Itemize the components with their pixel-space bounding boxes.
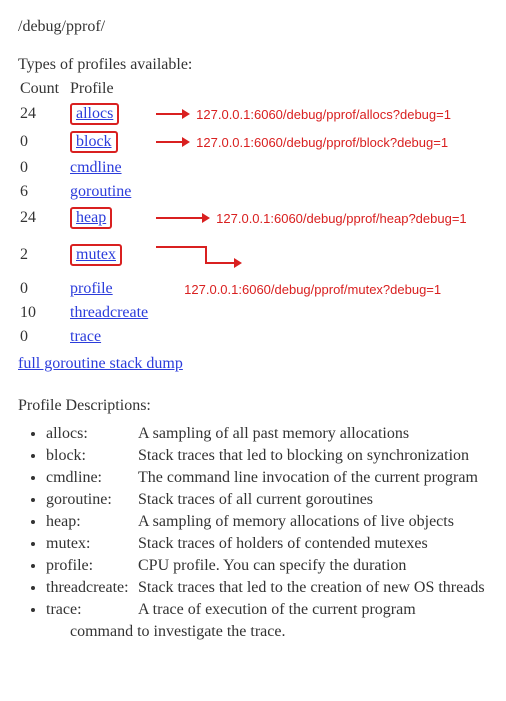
list-item: goroutine:Stack traces of all current go… bbox=[46, 489, 506, 511]
desc-term: block: bbox=[46, 447, 138, 465]
table-row: 24 allocs 127.0.0.1:6060/debug/pprof/all… bbox=[20, 100, 475, 128]
arrow-down-icon bbox=[156, 241, 242, 275]
table-row: 6 goroutine bbox=[20, 180, 475, 204]
desc-text: Stack traces that led to the creation of… bbox=[138, 579, 485, 596]
table-row: 0 profile 127.0.0.1:6060/debug/pprof/mut… bbox=[20, 277, 475, 301]
list-item: allocs:A sampling of all past memory all… bbox=[46, 423, 506, 445]
desc-text: A sampling of memory allocations of live… bbox=[138, 513, 454, 530]
full-dump-link[interactable]: full goroutine stack dump bbox=[18, 355, 183, 373]
desc-text: A trace of execution of the current prog… bbox=[138, 601, 416, 618]
count-cell: 24 bbox=[20, 100, 70, 128]
profile-link-heap[interactable]: heap bbox=[76, 209, 106, 226]
count-cell: 2 bbox=[20, 232, 70, 277]
col-profile: Profile bbox=[70, 78, 156, 100]
desc-term: allocs: bbox=[46, 425, 138, 443]
trailing-line: command to investigate the trace. bbox=[70, 621, 506, 641]
count-cell: 6 bbox=[20, 180, 70, 204]
description-list: allocs:A sampling of all past memory all… bbox=[46, 423, 506, 621]
desc-text: Stack traces that led to blocking on syn… bbox=[138, 447, 469, 464]
profile-link-allocs[interactable]: allocs bbox=[76, 105, 113, 122]
desc-term: heap: bbox=[46, 513, 138, 531]
page-title: /debug/pprof/ bbox=[18, 18, 506, 36]
count-cell: 24 bbox=[20, 204, 70, 232]
list-item: cmdline:The command line invocation of t… bbox=[46, 467, 506, 489]
desc-text: CPU profile. You can specify the duratio… bbox=[138, 557, 406, 574]
annotation-url: 127.0.0.1:6060/debug/pprof/block?debug=1 bbox=[196, 135, 448, 150]
arrow-icon bbox=[156, 135, 190, 149]
list-item: profile:CPU profile. You can specify the… bbox=[46, 555, 506, 577]
table-row: 2 mutex bbox=[20, 232, 475, 277]
annotation-url: 127.0.0.1:6060/debug/pprof/allocs?debug=… bbox=[196, 107, 451, 122]
desc-term: cmdline: bbox=[46, 469, 138, 487]
profile-link-profile[interactable]: profile bbox=[70, 280, 113, 297]
profiles-table: Count Profile 24 allocs 127.0.0.1:6060/d… bbox=[20, 78, 475, 349]
highlight-box: mutex bbox=[70, 244, 122, 266]
list-item: threadcreate:Stack traces that led to th… bbox=[46, 577, 506, 599]
profile-link-threadcreate[interactable]: threadcreate bbox=[70, 304, 148, 321]
desc-term: mutex: bbox=[46, 535, 138, 553]
highlight-box: block bbox=[70, 131, 118, 153]
annotation-url: 127.0.0.1:6060/debug/pprof/heap?debug=1 bbox=[216, 211, 467, 226]
desc-text: The command line invocation of the curre… bbox=[138, 469, 478, 486]
annotation-url: 127.0.0.1:6060/debug/pprof/mutex?debug=1 bbox=[184, 282, 441, 297]
desc-text: Stack traces of holders of contended mut… bbox=[138, 535, 428, 552]
list-item: mutex:Stack traces of holders of contend… bbox=[46, 533, 506, 555]
table-row: 24 heap 127.0.0.1:6060/debug/pprof/heap?… bbox=[20, 204, 475, 232]
profile-link-mutex[interactable]: mutex bbox=[76, 246, 116, 263]
highlight-box: allocs bbox=[70, 103, 119, 125]
table-row: 0 block 127.0.0.1:6060/debug/pprof/block… bbox=[20, 128, 475, 156]
count-cell: 0 bbox=[20, 277, 70, 301]
profile-link-trace[interactable]: trace bbox=[70, 328, 101, 345]
desc-term: threadcreate: bbox=[46, 579, 138, 597]
table-row: 0 trace bbox=[20, 325, 475, 349]
col-count: Count bbox=[20, 78, 70, 100]
arrow-icon bbox=[156, 107, 190, 121]
list-item: heap:A sampling of memory allocations of… bbox=[46, 511, 506, 533]
desc-text: Stack traces of all current goroutines bbox=[138, 491, 373, 508]
profile-link-cmdline[interactable]: cmdline bbox=[70, 159, 122, 176]
table-row: 0 cmdline bbox=[20, 156, 475, 180]
arrow-icon bbox=[156, 211, 210, 225]
list-item: block:Stack traces that led to blocking … bbox=[46, 445, 506, 467]
count-cell: 0 bbox=[20, 128, 70, 156]
desc-term: goroutine: bbox=[46, 491, 138, 509]
desc-term: trace: bbox=[46, 601, 138, 619]
count-cell: 10 bbox=[20, 301, 70, 325]
profile-link-goroutine[interactable]: goroutine bbox=[70, 183, 131, 200]
count-cell: 0 bbox=[20, 325, 70, 349]
types-header: Types of profiles available: bbox=[18, 56, 506, 74]
desc-text: A sampling of all past memory allocation… bbox=[138, 425, 409, 442]
profile-link-block[interactable]: block bbox=[76, 133, 112, 150]
desc-term: profile: bbox=[46, 557, 138, 575]
table-row: 10 threadcreate bbox=[20, 301, 475, 325]
count-cell: 0 bbox=[20, 156, 70, 180]
list-item: trace:A trace of execution of the curren… bbox=[46, 599, 506, 621]
highlight-box: heap bbox=[70, 207, 112, 229]
desc-header: Profile Descriptions: bbox=[18, 397, 506, 415]
